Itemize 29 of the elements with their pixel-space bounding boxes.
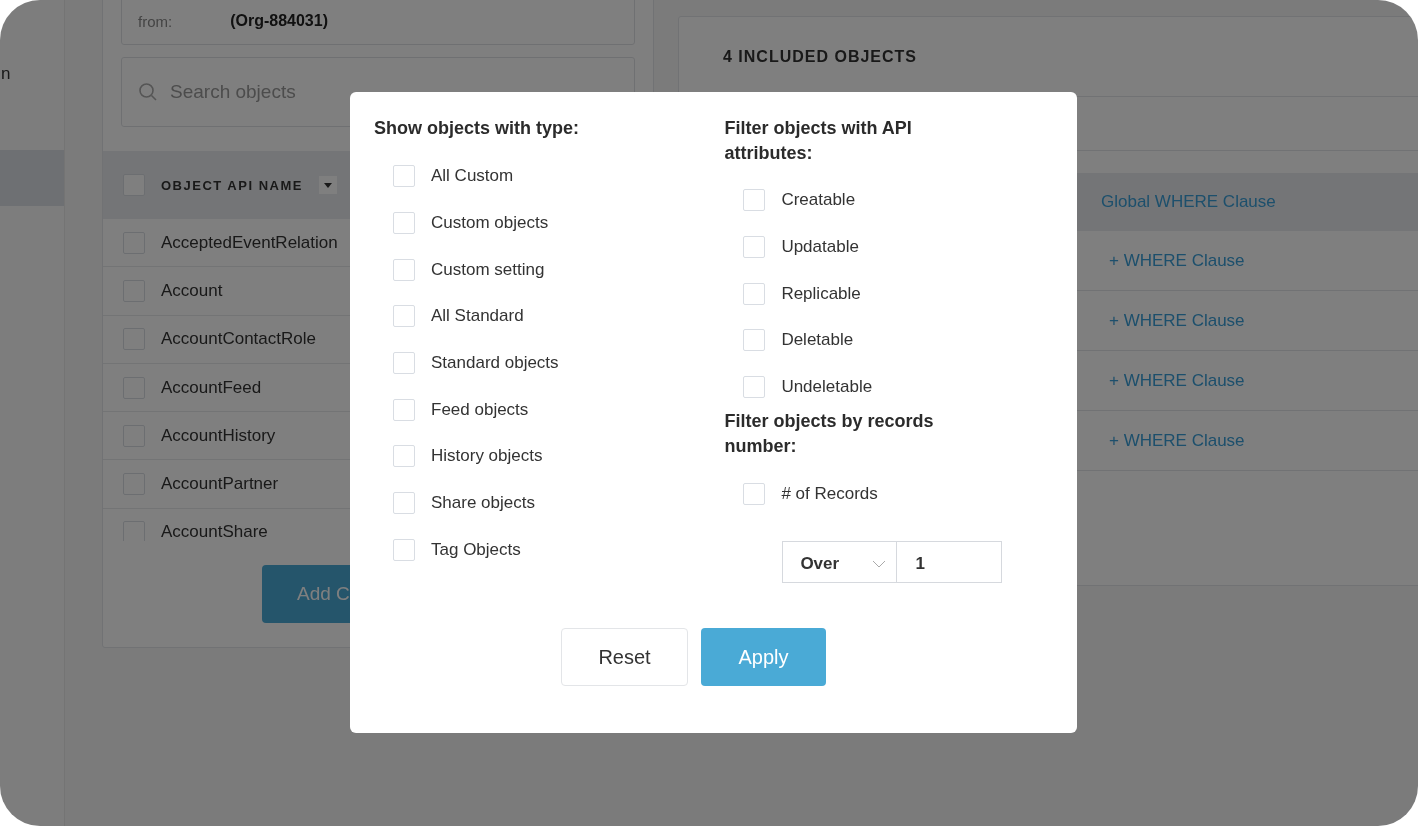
object-name: Account [161, 280, 223, 301]
option-label: Custom objects [431, 213, 549, 234]
section-title: Filter objects with API attributes: [724, 117, 913, 165]
option-label: Replicable [781, 283, 861, 304]
object-name: AccountFeed [161, 377, 262, 398]
source-value: (Org-884031) [230, 12, 328, 30]
object-name: AccountPartner [161, 474, 279, 495]
option-label: Standard objects [431, 353, 559, 374]
object-name: AccountHistory [161, 425, 276, 446]
option-label: All Standard [431, 306, 524, 327]
section-title: Filter objects by records number: [724, 410, 935, 459]
sidebar-text: n [1, 64, 11, 84]
object-name: AccountShare [161, 522, 268, 541]
option-label: Creatable [781, 190, 856, 211]
option-label: Undeletable [781, 377, 873, 398]
option-label: Custom setting [431, 259, 545, 280]
option-label: Deletable [781, 330, 854, 351]
object-name: AcceptedEventRelation [161, 232, 338, 253]
option-label: Updatable [781, 237, 859, 258]
option-label: Tag Objects [431, 539, 521, 560]
option-label: All Custom [431, 166, 514, 187]
option-label: History objects [431, 446, 543, 467]
option-label: # of Records [781, 483, 878, 504]
source-label: from: [138, 13, 173, 30]
section-title: Show objects with type: [374, 117, 580, 140]
option-label: Feed objects [431, 399, 529, 420]
option-label: Share objects [431, 493, 535, 514]
object-name: AccountContactRole [161, 329, 316, 350]
column-header: OBJECT API NAME [161, 177, 303, 193]
